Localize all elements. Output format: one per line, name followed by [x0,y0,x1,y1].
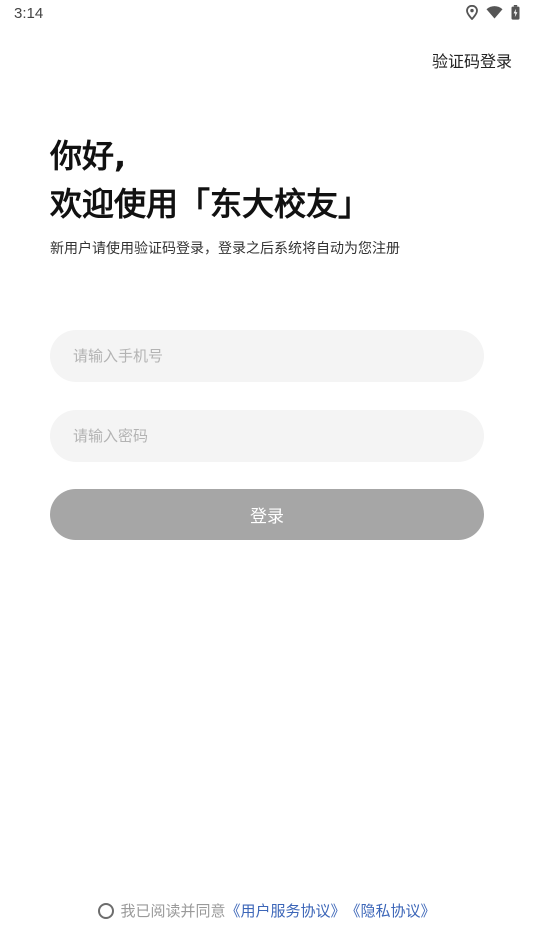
greeting-hello: 你好, [50,137,127,175]
phone-input[interactable] [50,330,484,382]
location-icon [466,5,478,20]
user-agreement-link[interactable]: 《用户服务协议》 [225,900,345,921]
password-input[interactable] [50,410,484,462]
agree-text: 我已阅读并同意 [120,902,226,920]
status-bar: 3:14 [0,0,534,28]
greeting-welcome: 欢迎使用「东大校友」 [50,185,371,223]
status-icons [466,5,520,20]
status-time: 3:14 [14,5,44,22]
battery-icon [511,5,520,20]
wifi-icon [486,6,503,19]
login-button[interactable]: 登录 [50,489,484,540]
privacy-policy-link[interactable]: 《隐私协议》 [346,900,436,921]
greeting-subtitle: 新用户请使用验证码登录，登录之后系统将自动为您注册 [50,241,400,257]
agree-radio[interactable] [98,902,115,919]
login-screen: 3:14 验证码登录 你好, 欢迎使用「东大校友」 新用户请使用验证码登录，登录… [0,0,534,950]
code-login-link[interactable]: 验证码登录 [432,48,512,72]
greeting: 你好, 欢迎使用「东大校友」 新用户请使用验证码登录，登录之后系统将自动为您注册 [50,132,400,258]
agreement-row: 我已阅读并同意 《用户服务协议》 《隐私协议》 [0,900,534,921]
